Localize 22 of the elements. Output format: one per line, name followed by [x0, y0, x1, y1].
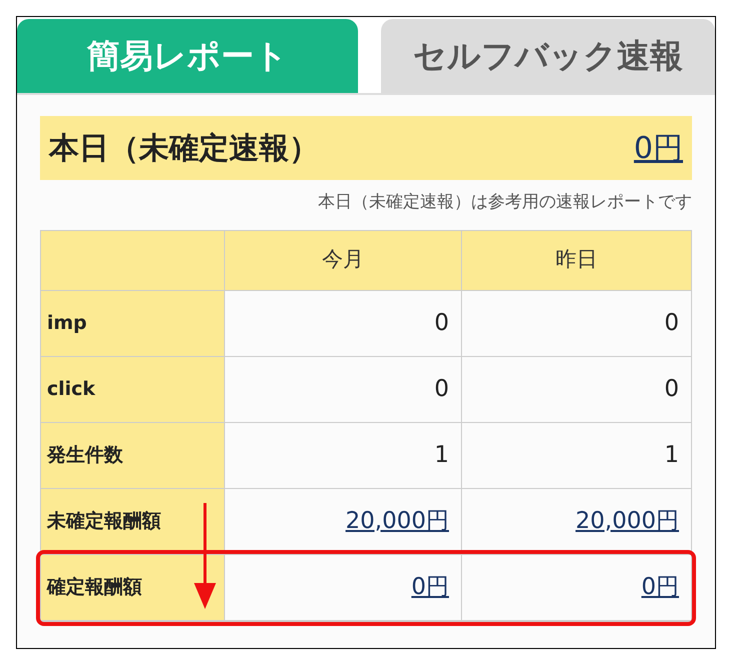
table-cell-text: 1 [664, 440, 679, 470]
amount-link[interactable]: 20,000円 [346, 504, 449, 538]
column-header: 昨日 [462, 230, 691, 290]
table-cell-text: 0 [664, 374, 679, 404]
today-title: 本日（未確定速報） [49, 130, 319, 168]
row-label: imp [41, 290, 225, 356]
table-cell-text: 0 [434, 374, 449, 404]
column-header: 今月 [225, 230, 462, 290]
amount-link[interactable]: 0円 [641, 570, 679, 604]
row-label: 未確定報酬額 [41, 488, 225, 554]
amount-link[interactable]: 20,000円 [576, 504, 679, 538]
down-arrow-icon [193, 502, 217, 608]
row-label: 発生件数 [41, 422, 225, 488]
amount-link[interactable]: 0円 [411, 570, 449, 604]
row-label: click [41, 356, 225, 422]
table-cell-text: 0 [664, 308, 679, 338]
tab[interactable]: セルフバック速報 [381, 19, 715, 93]
table-cell-text: 0 [434, 308, 449, 338]
today-note: 本日（未確定速報）は参考用の速報レポートです [318, 191, 692, 214]
row-label: 確定報酬額 [41, 554, 225, 620]
today-amount-link[interactable]: 0円 [634, 126, 683, 170]
table-cell-text: 1 [434, 440, 449, 470]
